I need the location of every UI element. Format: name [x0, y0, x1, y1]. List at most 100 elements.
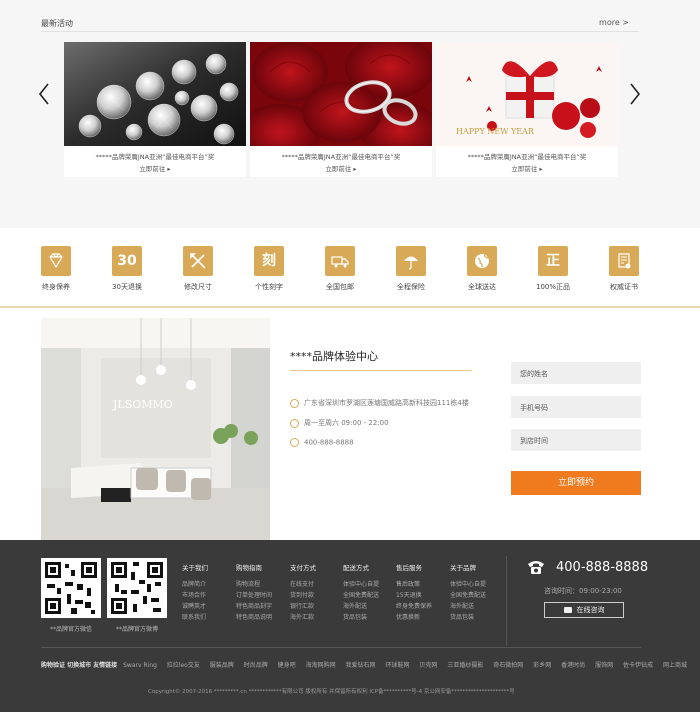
service-resize[interactable]: 修改尺寸 — [168, 246, 228, 292]
footer-link[interactable]: 购物流程 — [236, 579, 272, 590]
footer-link[interactable]: 诚聘英才 — [182, 601, 208, 612]
divider — [41, 647, 641, 648]
footer-link[interactable]: 全国免费配送 — [450, 590, 486, 601]
service-label: 30天退换 — [112, 283, 142, 291]
footer-link[interactable]: 海外配送 — [343, 601, 379, 612]
service-30-day-return[interactable]: 30 30天退换 — [97, 246, 157, 292]
genuine-icon: 正 — [538, 246, 568, 276]
footer-col-title: 售后服务 — [396, 564, 422, 572]
friend-link[interactable]: 香港时尚 — [561, 662, 585, 669]
friend-link[interactable]: 服装品牌 — [210, 662, 234, 669]
promo-card-link[interactable]: 立即前往 ▸ — [436, 163, 618, 173]
footer-link[interactable]: 联系我们 — [182, 612, 208, 623]
promo-card[interactable]: *****品牌荣膺JNA亚洲“最佳电商平台”奖 立即前往 ▸ — [64, 42, 246, 177]
thirty-days-icon: 30 — [112, 246, 142, 276]
footer-col-after-sales: 售后服务 售后政策 15天退换 终身免费保养 优惠换新 — [396, 562, 432, 623]
store-sign: JLSOMMO — [112, 398, 173, 411]
footer-col-delivery: 配送方式 体验中心自提 全国免费配送 海外配送 货品包装 — [343, 562, 379, 623]
footer-link[interactable]: 15天退换 — [396, 590, 432, 601]
footer-link[interactable]: 体验中心自提 — [343, 579, 379, 590]
friend-link[interactable]: 网上商城 — [663, 662, 687, 669]
carousel-next-icon[interactable] — [628, 82, 642, 106]
service-engraving[interactable]: 刻 个性刻字 — [239, 246, 299, 292]
footer-link[interactable]: 体验中心自提 — [450, 579, 486, 590]
promo-card-link[interactable]: 立即前往 ▸ — [250, 163, 432, 173]
friend-link[interactable]: 三亚婚纱摄影 — [447, 662, 483, 669]
friend-link[interactable]: 拉拉leo交友 — [167, 662, 200, 669]
footer-link[interactable]: 货品包装 — [343, 612, 379, 623]
rings-roses-image — [250, 42, 432, 146]
friend-link[interactable]: 佐卡伊钻戒 — [623, 662, 653, 669]
service-free-shipping[interactable]: 全国包邮 — [310, 246, 370, 292]
service-lifetime-care[interactable]: 终身保养 — [26, 246, 86, 292]
book-now-button[interactable]: 立即预约 — [511, 471, 641, 495]
store-interior-image: JLSOMMO — [41, 318, 270, 540]
footer-link[interactable]: 货品包装 — [450, 612, 486, 623]
footer-link[interactable]: 特色商品刻字 — [236, 601, 272, 612]
friend-link[interactable]: 贝壳网 — [419, 662, 437, 669]
friend-link[interactable]: 服饰网 — [595, 662, 613, 669]
service-certificate[interactable]: 权威证书 — [594, 246, 654, 292]
name-field[interactable]: 您的姓名 — [511, 362, 641, 384]
friend-links: 购物验证 切换城市 友情链接 Swarv Ring 拉拉leo交友 服装品牌 时… — [41, 660, 687, 669]
footer-link[interactable]: 在线支付 — [290, 579, 316, 590]
friend-link[interactable]: 时尚品牌 — [244, 662, 268, 669]
footer-link[interactable]: 终身免费保养 — [396, 601, 432, 612]
promo-card[interactable]: HAPPY NEW YEAR *****品牌荣膺JNA亚洲“最佳电商平台”奖 立… — [436, 42, 618, 177]
footer-col-guide: 购物指南 购物流程 订单处理时间 特色商品刻字 特色商品说明 — [236, 562, 272, 623]
chat-bubble-icon — [563, 607, 572, 613]
copyright: Copyright© 2007-2016 *********.cn ******… — [148, 689, 515, 695]
online-chat-button[interactable]: 在线咨询 — [544, 602, 624, 618]
service-label: 权威证书 — [610, 283, 638, 291]
chat-label: 在线咨询 — [576, 606, 605, 614]
footer-col-title: 关于品牌 — [450, 564, 476, 572]
divider — [506, 556, 507, 646]
diamonds-image — [64, 42, 246, 146]
footer-col-title: 关于我们 — [182, 564, 208, 572]
footer-link[interactable]: 银行汇款 — [290, 601, 316, 612]
friend-link[interactable]: 奇石微拍网 — [493, 662, 523, 669]
footer-link[interactable]: 优惠换新 — [396, 612, 432, 623]
friend-link[interactable]: 我爱钻石网 — [346, 662, 376, 669]
tools-icon — [183, 246, 213, 276]
service-label: 全程保险 — [397, 283, 425, 291]
phone-text: 400-888-8888 — [304, 438, 354, 447]
footer-link[interactable]: 海外配送 — [450, 601, 486, 612]
footer-link[interactable]: 订单处理时间 — [236, 590, 272, 601]
footer-link[interactable]: 海外汇款 — [290, 612, 316, 623]
phone-field[interactable]: 手机号码 — [511, 396, 641, 418]
promo-card-caption: *****品牌荣膺JNA亚洲“最佳电商平台”奖 — [95, 153, 215, 161]
service-insurance[interactable]: 全程保险 — [381, 246, 441, 292]
footer-link[interactable]: 全国免费配送 — [343, 590, 379, 601]
service-label: 全球送达 — [468, 283, 496, 291]
footer-link[interactable]: 售后政策 — [396, 579, 432, 590]
store-phone: 400-888-8888 — [290, 438, 354, 447]
friend-link[interactable]: 海淘网购网 — [306, 662, 336, 669]
weibo-qr-caption: **品牌官方微博 — [115, 626, 158, 633]
promo-header: 最新活动 more > — [41, 14, 639, 32]
engrave-icon: 刻 — [254, 246, 284, 276]
diamond-icon — [41, 246, 71, 276]
footer-link[interactable]: 货到付款 — [290, 590, 316, 601]
footer-col-title: 购物指南 — [236, 564, 262, 572]
promo-card[interactable]: *****品牌荣膺JNA亚洲“最佳电商平台”奖 立即前往 ▸ — [250, 42, 432, 177]
promo-title: 最新活动 — [41, 19, 73, 28]
friend-link[interactable]: 环球鞋网 — [385, 662, 409, 669]
more-link[interactable]: more > — [599, 18, 629, 27]
footer-link[interactable]: 市场合作 — [182, 590, 208, 601]
weibo-qr-code — [107, 558, 167, 618]
hours-text: 周一至周六 09:00 - 22:00 — [304, 419, 389, 427]
friend-link[interactable]: 健身吧 — [278, 662, 296, 669]
footer-link[interactable]: 特色商品说明 — [236, 612, 272, 623]
divider — [290, 370, 472, 371]
footer-link[interactable]: 品牌简介 — [182, 579, 208, 590]
service-genuine[interactable]: 正 100%正品 — [523, 246, 583, 292]
friend-link[interactable]: Swarv Ring — [123, 662, 157, 669]
service-label: 个性刻字 — [255, 283, 283, 291]
footer-col-title: 配送方式 — [343, 564, 369, 572]
promo-card-link[interactable]: 立即前往 ▸ — [64, 163, 246, 173]
carousel-prev-icon[interactable] — [37, 82, 51, 106]
friend-link[interactable]: 彩乡网 — [533, 662, 551, 669]
service-global-delivery[interactable]: 全球送达 — [452, 246, 512, 292]
visit-time-field[interactable]: 到店时间 — [511, 429, 641, 451]
